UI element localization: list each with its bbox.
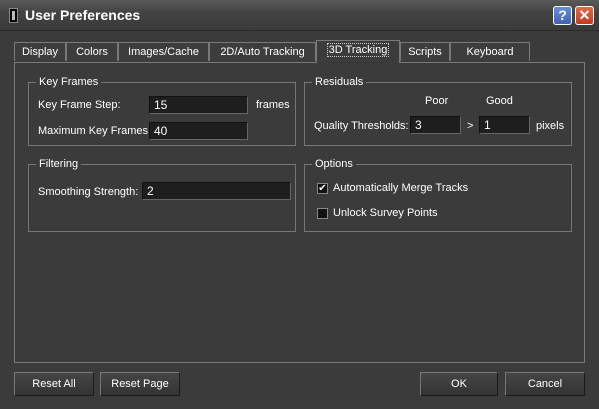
tab-keyboard[interactable]: Keyboard <box>450 42 530 61</box>
key-frames-group: Key Frames Key Frame Step: 15 frames Max… <box>28 76 296 146</box>
residuals-group: Residuals Poor Good Quality Thresholds: … <box>304 76 572 146</box>
tab-3d-tracking[interactable]: 3D Tracking <box>316 40 400 63</box>
smoothing-strength-input[interactable]: 2 <box>142 182 291 200</box>
app-icon <box>9 8 18 23</box>
greater-than-symbol: > <box>467 120 474 132</box>
poor-threshold-input[interactable]: 3 <box>410 116 461 134</box>
preferences-window: User Preferences ? ✕ Display Colors Imag… <box>0 0 599 409</box>
tab-display[interactable]: Display <box>14 42 66 61</box>
poor-label: Poor <box>425 95 449 107</box>
residuals-title: Residuals <box>312 76 367 88</box>
help-button[interactable]: ? <box>553 6 572 25</box>
window-title: User Preferences <box>25 7 141 23</box>
title-bar[interactable]: User Preferences ? ✕ <box>0 0 599 31</box>
key-frame-step-input[interactable]: 15 <box>149 96 248 114</box>
tab-2d-auto-tracking[interactable]: 2D/Auto Tracking <box>209 42 316 61</box>
unlock-survey-points-label[interactable]: Unlock Survey Points <box>333 207 438 219</box>
checkmark-icon: ✔ <box>318 183 327 194</box>
tab-panel: Key Frames Key Frame Step: 15 frames Max… <box>14 62 585 363</box>
tab-images-cache[interactable]: Images/Cache <box>118 42 209 61</box>
max-key-frames-input[interactable]: 40 <box>149 122 248 140</box>
key-frame-step-label: Key Frame Step: <box>38 99 121 111</box>
reset-page-button[interactable]: Reset Page <box>100 372 180 396</box>
quality-thresholds-label: Quality Thresholds: <box>314 120 409 132</box>
options-title: Options <box>312 158 356 170</box>
tab-colors[interactable]: Colors <box>66 42 118 61</box>
merge-tracks-checkbox[interactable]: ✔ <box>317 183 328 194</box>
reset-all-button[interactable]: Reset All <box>14 372 94 396</box>
ok-button[interactable]: OK <box>420 372 498 396</box>
frames-unit-label: frames <box>256 99 290 111</box>
key-frames-title: Key Frames <box>36 76 102 88</box>
filtering-group: Filtering Smoothing Strength: 2 <box>28 158 296 232</box>
max-key-frames-label: Maximum Key Frames: <box>38 125 152 137</box>
close-button[interactable]: ✕ <box>575 6 594 25</box>
merge-tracks-label[interactable]: Automatically Merge Tracks <box>333 182 468 194</box>
pixels-unit-label: pixels <box>536 120 565 132</box>
good-label: Good <box>486 95 513 107</box>
tab-scripts[interactable]: Scripts <box>400 42 450 61</box>
filtering-title: Filtering <box>36 158 82 170</box>
unlock-survey-points-checkbox[interactable] <box>317 208 328 219</box>
cancel-button[interactable]: Cancel <box>505 372 585 396</box>
smoothing-strength-label: Smoothing Strength: <box>38 186 139 198</box>
options-group: Options ✔ Automatically Merge Tracks Unl… <box>304 158 572 232</box>
good-threshold-input[interactable]: 1 <box>479 116 530 134</box>
